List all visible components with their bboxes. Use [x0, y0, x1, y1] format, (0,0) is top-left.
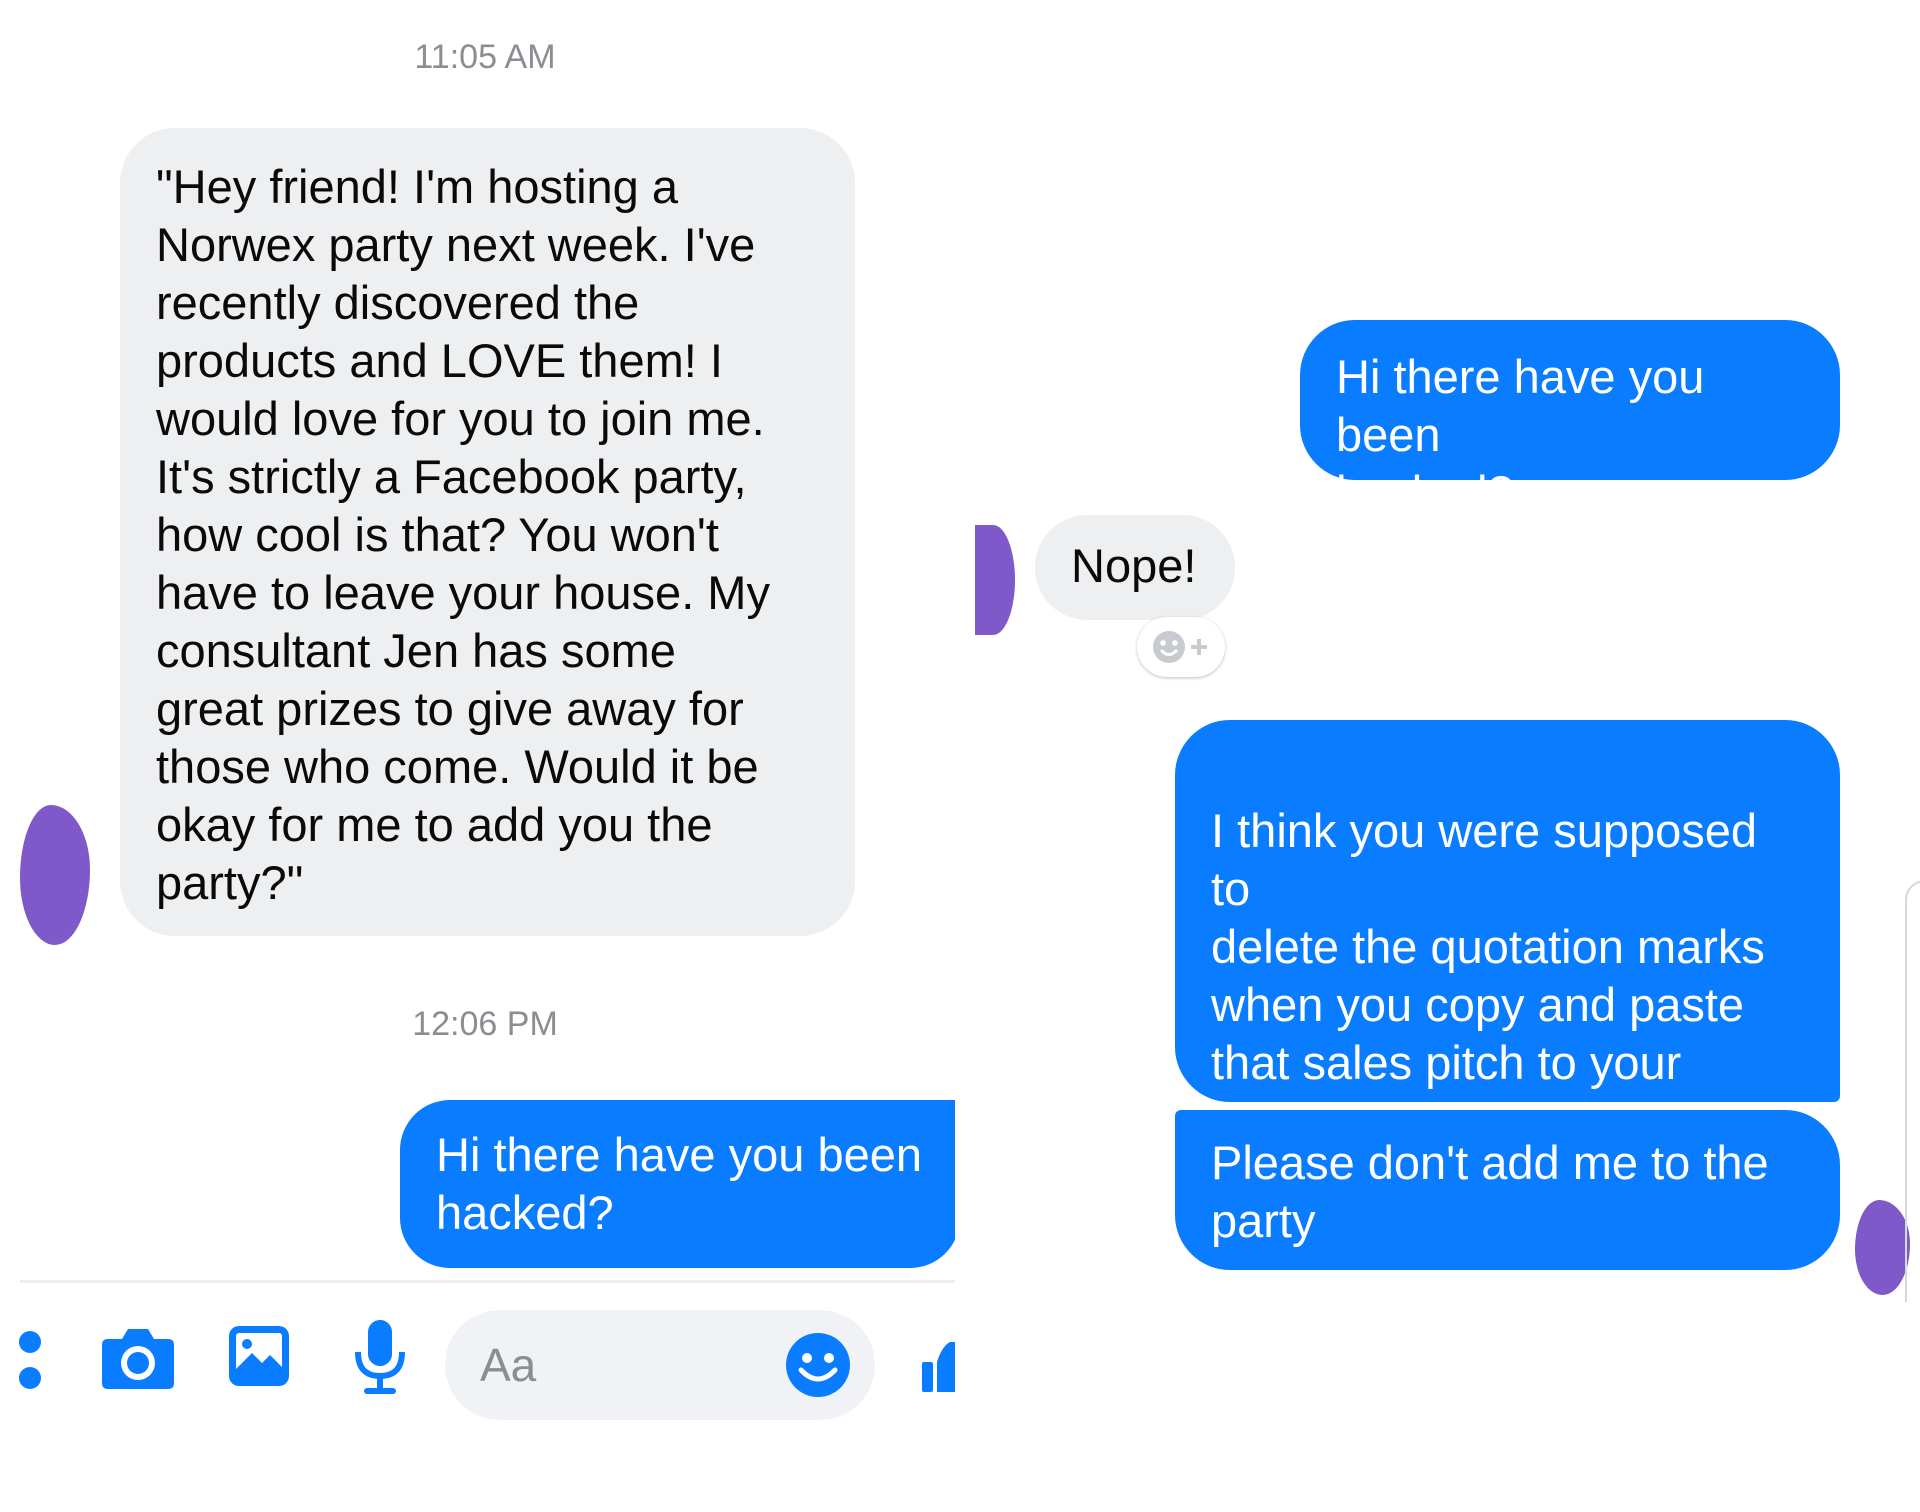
- timestamp-first: 11:05 AM: [414, 38, 556, 76]
- incoming-message-bubble[interactable]: "Hey friend! I'm hosting a Norwex party …: [120, 128, 855, 936]
- emoji-icon[interactable]: [785, 1332, 851, 1398]
- outgoing-message-bubble-long[interactable]: I think you were supposed to delete the …: [1175, 720, 1840, 1226]
- left-conversation-screenshot: 11:05 AM "Hey friend! I'm hosting a Norw…: [0, 0, 955, 1512]
- message-input[interactable]: Aa: [445, 1310, 875, 1420]
- read-receipt-avatar: [1855, 1200, 1910, 1295]
- contact-avatar[interactable]: [20, 805, 90, 945]
- camera-icon[interactable]: [100, 1325, 176, 1391]
- image-icon[interactable]: [226, 1323, 292, 1389]
- timestamp-second: 12:06 PM: [412, 1005, 558, 1043]
- outgoing-message-bubble[interactable]: Hi there have you been hacked?: [400, 1100, 955, 1268]
- incoming-message-bubble[interactable]: Nope!: [1035, 515, 1235, 620]
- add-reaction-button[interactable]: [1137, 617, 1225, 677]
- composer-divider: [20, 1280, 955, 1283]
- contact-avatar[interactable]: [975, 525, 1015, 635]
- microphone-icon[interactable]: [352, 1318, 408, 1398]
- message-input-placeholder: Aa: [480, 1339, 537, 1391]
- outgoing-message-bubble[interactable]: Please don't add me to the party: [1175, 1110, 1840, 1270]
- outgoing-message-bubble[interactable]: Hi there have you been hacked?: [1300, 320, 1840, 519]
- scroll-edge: [1905, 880, 1920, 1302]
- more-icon[interactable]: [18, 1330, 42, 1390]
- add-reaction-icon: [1153, 631, 1207, 663]
- like-icon[interactable]: [920, 1340, 955, 1395]
- right-conversation-screenshot: Hi there have you been hacked? Nope! I t…: [975, 0, 1920, 1512]
